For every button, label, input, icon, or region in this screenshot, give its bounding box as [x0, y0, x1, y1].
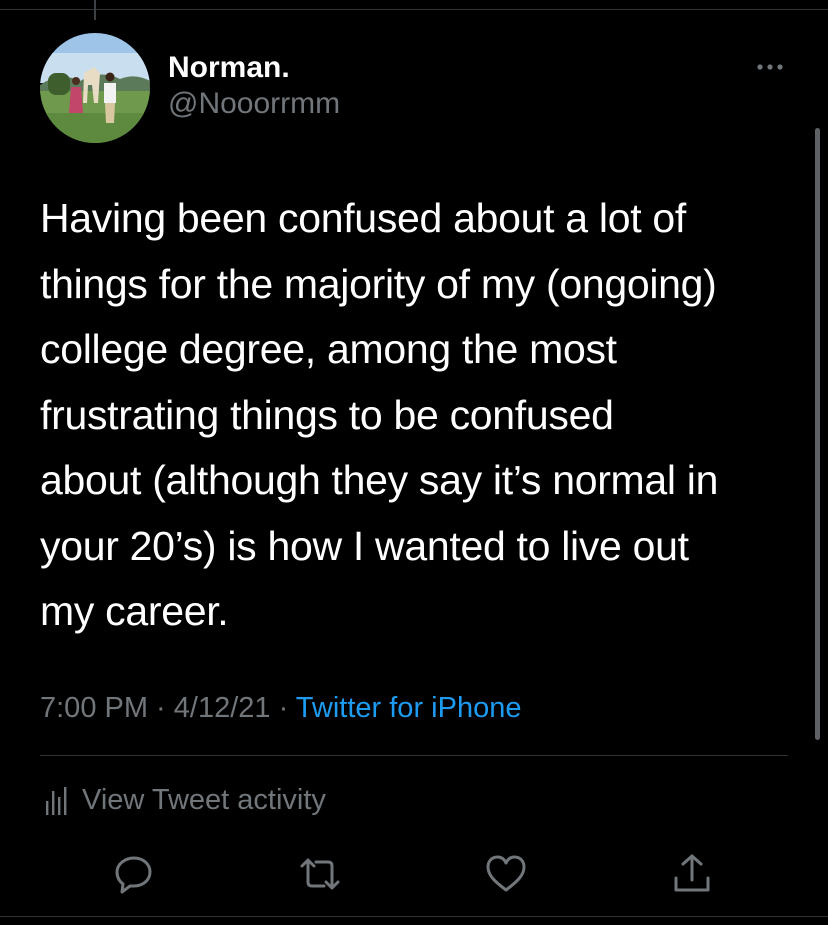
avatar[interactable] [40, 33, 150, 143]
meta-separator: · [148, 692, 174, 724]
analytics-icon [46, 787, 67, 815]
bottom-divider [0, 916, 828, 917]
meta-separator: · [270, 692, 296, 724]
activity-label: View Tweet activity [82, 783, 326, 816]
tweet-time: 7:00 PM [40, 692, 148, 724]
thread-connector [94, 0, 96, 20]
display-name[interactable]: Norman. [168, 50, 340, 86]
heart-icon [486, 855, 526, 892]
tweet-date: 4/12/21 [173, 692, 271, 724]
user-handle[interactable]: @Nooorrmm [168, 86, 340, 122]
retweet-icon [300, 858, 340, 890]
tweet-author[interactable]: Norman. @Nooorrmm [168, 50, 340, 122]
tweet-source-link[interactable]: Twitter for iPhone [296, 692, 522, 724]
top-divider [0, 9, 828, 10]
section-divider [40, 755, 788, 756]
scrollbar[interactable] [815, 128, 820, 740]
reply-icon [115, 856, 152, 894]
retweet-button[interactable] [298, 852, 342, 896]
view-tweet-activity-button[interactable]: View Tweet activity [42, 780, 326, 820]
tweet-meta: 7:00 PM · 4/12/21 · Twitter for iPhone [40, 688, 521, 728]
more-horizontal-icon [757, 64, 783, 70]
reply-button[interactable] [112, 852, 156, 896]
avatar-photo-icon [40, 33, 150, 143]
share-icon [674, 854, 710, 892]
more-options-button[interactable] [750, 55, 790, 79]
like-button[interactable] [484, 852, 528, 896]
tweet-actions [0, 852, 828, 896]
tweet-text: Having been confused about a lot of thin… [40, 195, 719, 634]
share-button[interactable] [670, 852, 714, 896]
